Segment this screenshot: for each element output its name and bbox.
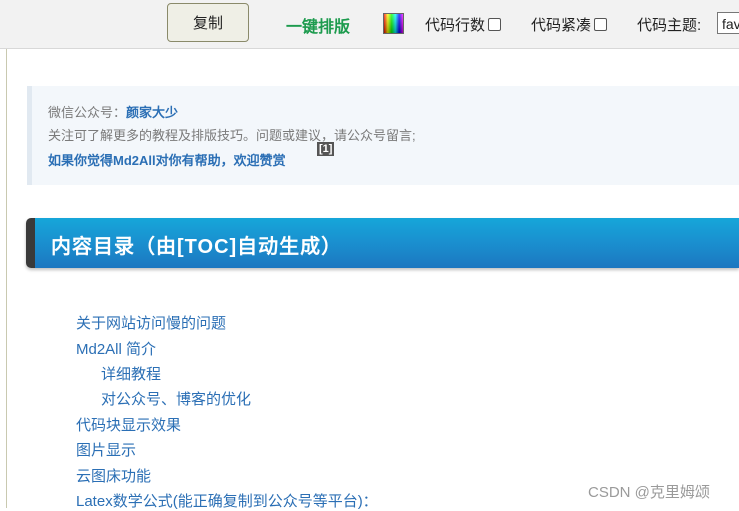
wechat-line: 微信公众号：颜家大少 — [48, 102, 178, 121]
toc-title: 内容目录（由[TOC]自动生成） — [51, 236, 343, 258]
toc-heading: 内容目录（由[TOC]自动生成） — [26, 218, 739, 268]
toc-item-md2all-intro[interactable]: Md2All 简介 — [76, 338, 156, 359]
wechat-prefix: 微信公众号： — [48, 105, 127, 120]
toc-item-optimization[interactable]: 对公众号、博客的优化 — [101, 388, 251, 409]
toc-item-image-hosting[interactable]: 云图床功能 — [76, 465, 151, 486]
code-theme-select[interactable]: fav — [717, 12, 739, 34]
code-theme-label: 代码主题: — [637, 17, 702, 34]
color-palette-icon[interactable] — [383, 13, 404, 34]
one-click-format-button[interactable]: 一键排版 — [286, 13, 350, 37]
line-numbers-option[interactable]: 代码行数 — [425, 14, 502, 35]
intro-box: 微信公众号：颜家大少 关注可了解更多的教程及排版技巧。问题或建议，请公众号留言;… — [27, 86, 739, 185]
copy-button[interactable]: 复制 — [167, 3, 249, 42]
toc-item-code-block[interactable]: 代码块显示效果 — [76, 414, 181, 435]
appreciation-link[interactable]: 如果你觉得Md2All对你有帮助，欢迎赞赏 — [48, 150, 286, 169]
follow-text: 关注可了解更多的教程及排版技巧。问题或建议，请公众号留言; — [48, 128, 416, 143]
wechat-name: 颜家大少 — [126, 105, 179, 120]
toolbar: 复制 一键排版 代码行数 代码紧凑 代码主题: fav — [0, 0, 739, 49]
compact-code-label: 代码紧凑 — [531, 17, 592, 34]
toc-item-slow-access[interactable]: 关于网站访问慢的问题 — [76, 312, 226, 333]
line-numbers-checkbox[interactable] — [488, 18, 502, 31]
csdn-watermark: CSDN @克里姆颂 — [588, 484, 710, 501]
compact-code-option[interactable]: 代码紧凑 — [531, 14, 608, 35]
toc-item-detailed-tutorial[interactable]: 详细教程 — [101, 363, 161, 384]
footnote-marker[interactable]: [1] — [317, 142, 335, 156]
toc-item-image-display[interactable]: 图片显示 — [76, 439, 136, 460]
editor-border — [6, 49, 7, 508]
line-numbers-label: 代码行数 — [425, 17, 486, 34]
compact-code-checkbox[interactable] — [594, 18, 608, 31]
